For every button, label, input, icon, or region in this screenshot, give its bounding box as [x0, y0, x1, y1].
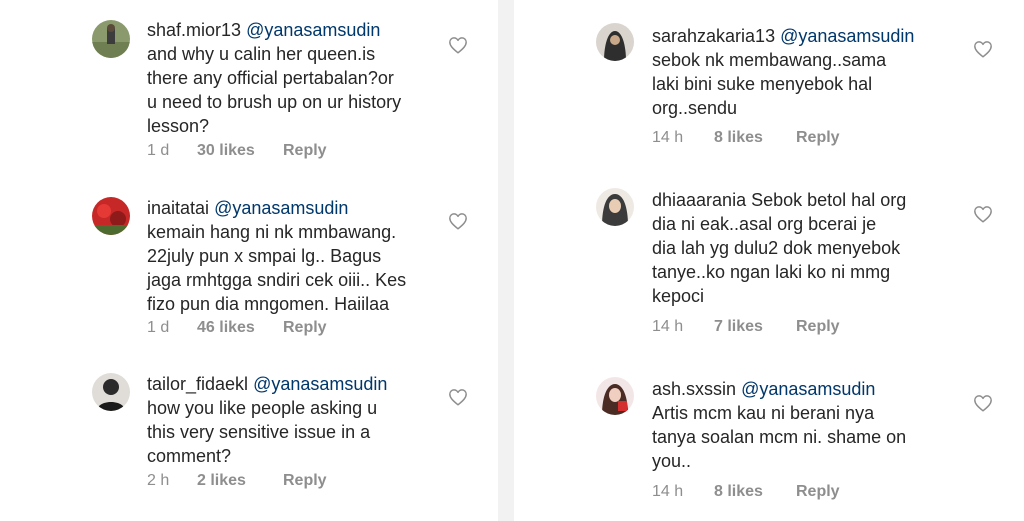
avatar[interactable] — [92, 20, 130, 58]
comment-likes-count[interactable]: 46 likes — [197, 318, 283, 338]
reply-button[interactable]: Reply — [283, 141, 327, 161]
comment-text: and why u calin her queen.is — [147, 44, 376, 64]
comment-text: lesson? — [147, 116, 210, 136]
comment-likes-count[interactable]: 30 likes — [197, 141, 283, 161]
comment-username[interactable]: dhiaaarania — [652, 190, 746, 210]
comment-text: dia lah yg dulu2 dok menyebok — [652, 238, 901, 258]
comment-text: fizo pun dia mngomen. Haiilaa — [147, 294, 390, 314]
comment-username[interactable]: tailor_fidaekl — [147, 374, 248, 394]
heart-outline-icon[interactable] — [973, 394, 993, 412]
comment-timestamp: 1 d — [147, 142, 170, 159]
comment-likes-count[interactable]: 8 likes — [714, 482, 796, 502]
heart-outline-icon[interactable] — [448, 212, 468, 230]
comment-text: dia ni eak..asal org bcerai je — [652, 214, 877, 234]
comment-text: Artis mcm kau ni berani nya — [652, 403, 875, 423]
comment-text: kemain hang ni nk mmbawang. — [147, 222, 397, 242]
reply-button[interactable]: Reply — [796, 128, 840, 148]
heart-outline-icon[interactable] — [448, 36, 468, 54]
avatar[interactable] — [596, 23, 634, 61]
comment-text: 22july pun x smpai lg.. Bagus — [147, 246, 382, 266]
comment-text: there any official pertabalan?or — [147, 68, 394, 88]
comment-mention[interactable]: @yanasamsudin — [741, 379, 875, 399]
comment-likes-count[interactable]: 8 likes — [714, 128, 796, 148]
comment-mention[interactable]: @yanasamsudin — [253, 374, 387, 394]
comment-likes-count[interactable]: 2 likes — [197, 471, 283, 491]
comment-text: Sebok betol hal org — [751, 190, 907, 210]
comment-text: how you like people asking u — [147, 398, 378, 418]
comment-timestamp: 14 h — [652, 483, 684, 500]
reply-button[interactable]: Reply — [796, 317, 840, 337]
comment-timestamp: 1 d — [147, 319, 170, 336]
comment-mention[interactable]: @yanasamsudin — [780, 26, 914, 46]
comment-text: u need to brush up on ur history — [147, 92, 402, 112]
comment-mention[interactable]: @yanasamsudin — [246, 20, 380, 40]
panel-divider — [498, 0, 514, 521]
comment-mention[interactable]: @yanasamsudin — [214, 198, 348, 218]
heart-outline-icon[interactable] — [973, 40, 993, 58]
comment-text: tanya soalan mcm ni. shame on — [652, 427, 907, 447]
comment-username[interactable]: ash.sxssin — [652, 379, 736, 399]
reply-button[interactable]: Reply — [283, 471, 327, 491]
comment-likes-count[interactable]: 7 likes — [714, 317, 796, 337]
comment-text: you.. — [652, 451, 692, 471]
comment-text: org..sendu — [652, 98, 738, 118]
comment-username[interactable]: shaf.mior13 — [147, 20, 241, 40]
comment-username[interactable]: sarahzakaria13 — [652, 26, 775, 46]
reply-button[interactable]: Reply — [283, 318, 327, 338]
comment-text: laki bini suke menyebok hal — [652, 74, 873, 94]
comment-text: sebok nk membawang..sama — [652, 50, 887, 70]
comment-timestamp: 2 h — [147, 472, 170, 489]
comment-timestamp: 14 h — [652, 129, 684, 146]
heart-outline-icon[interactable] — [973, 205, 993, 223]
comment-username[interactable]: inaitatai — [147, 198, 209, 218]
comments-panel-right: sarahzakaria13 @yanasamsudin sebok nk me… — [514, 0, 1024, 521]
avatar[interactable] — [92, 373, 130, 411]
comment-text: this very sensitive issue in a — [147, 422, 371, 442]
comment-timestamp: 14 h — [652, 318, 684, 335]
comment-text: tanye..ko ngan laki ko ni mmg — [652, 262, 891, 282]
avatar[interactable] — [596, 188, 634, 226]
heart-outline-icon[interactable] — [448, 388, 468, 406]
reply-button[interactable]: Reply — [796, 482, 840, 502]
comments-panel-left: shaf.mior13 @yanasamsudin and why u cali… — [0, 0, 498, 521]
comment-text: jaga rmhtgga sndiri cek oiii.. Kes — [147, 270, 407, 290]
avatar[interactable] — [92, 197, 130, 235]
avatar[interactable] — [596, 377, 634, 415]
comment-text: comment? — [147, 446, 232, 466]
comment-text: kepoci — [652, 286, 705, 306]
